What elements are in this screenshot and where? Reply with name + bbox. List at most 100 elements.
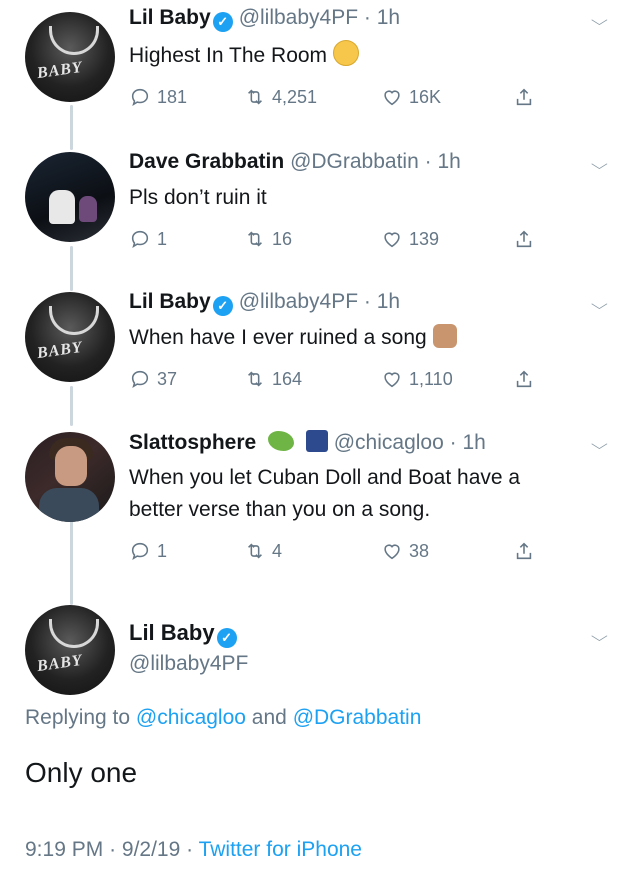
tweet-actions: 1 16 139 [129, 228, 549, 258]
tweet-text: When have I ever ruined a song [129, 322, 619, 354]
retweet-count: 4,251 [272, 86, 318, 107]
share-icon [516, 370, 532, 388]
main-tweet-text: Only one [25, 757, 138, 788]
verified-badge-icon: ✓ [212, 296, 233, 316]
tweet-header: Lil Baby ✓ @lilbaby4PF · 1h [129, 290, 400, 316]
user-name[interactable]: Slattosphere [129, 431, 256, 454]
retweet-count: 16 [272, 228, 293, 249]
tweet[interactable]: Dave Grabbatin @DGrabbatin · 1h ⌵ Pls do… [0, 140, 636, 270]
user-handle[interactable]: @DGrabbatin [290, 150, 419, 173]
avatar[interactable] [25, 152, 115, 242]
main-tweet-header: Lil Baby ✓ [129, 620, 243, 648]
share-button[interactable] [513, 368, 539, 390]
share-button[interactable] [513, 540, 539, 562]
retweet-icon [248, 231, 262, 247]
avatar-logo: BABY [35, 58, 84, 83]
chevron-down-icon[interactable]: ⌵ [591, 628, 608, 645]
tweet-text: When you let Cuban Doll and Boat have a … [129, 466, 521, 521]
heart-icon [384, 90, 400, 106]
user-handle[interactable]: @lilbaby4PF [239, 290, 358, 313]
like-button[interactable]: 16K [381, 86, 441, 108]
reply-count: 1 [157, 228, 168, 249]
tweet-text: Pls don’t ruin it [129, 186, 267, 209]
reply-button[interactable]: 37 [129, 368, 177, 390]
stars-emoji-icon [305, 430, 328, 452]
shrug-emoji-icon [432, 324, 457, 348]
tweet-text: Highest In The Room [129, 40, 619, 72]
tweet[interactable]: BABY Lil Baby ✓ @lilbaby4PF · 1h ⌵ Highest… [0, 0, 636, 130]
user-name[interactable]: Dave Grabbatin [129, 150, 284, 173]
snake-emoji-icon [268, 431, 295, 451]
tweet-time[interactable]: 1h [377, 6, 400, 29]
like-button[interactable]: 1,110 [381, 368, 453, 390]
share-button[interactable] [513, 86, 539, 108]
reply-button[interactable]: 181 [129, 86, 187, 108]
like-count: 38 [409, 540, 430, 561]
reply-count: 37 [157, 368, 178, 389]
like-button[interactable]: 38 [381, 540, 429, 562]
like-count: 1,110 [409, 368, 453, 389]
tweet-time[interactable]: 1h [462, 431, 485, 454]
avatar[interactable] [25, 432, 115, 522]
tweet-header: Slattosphere @chicagloo · 1h [129, 430, 486, 454]
retweet-icon [248, 371, 262, 387]
avatar[interactable]: BABY [25, 605, 115, 695]
share-button[interactable] [513, 228, 539, 250]
reply-button[interactable]: 1 [129, 540, 167, 562]
tweet-actions: 181 4,251 16K [129, 86, 549, 116]
heart-icon [384, 544, 400, 560]
user-handle[interactable]: @lilbaby4PF [239, 6, 358, 29]
reply-icon [131, 88, 149, 107]
reply-icon [131, 542, 149, 561]
reply-button[interactable]: 1 [129, 228, 167, 250]
like-count: 139 [409, 228, 440, 249]
tweet-time[interactable]: 1h [377, 290, 400, 313]
heart-icon [384, 232, 400, 248]
like-count: 16K [409, 86, 442, 107]
tweet[interactable]: BABY Lil Baby ✓ @lilbaby4PF · 1h ⌵ When ha… [0, 280, 636, 410]
tweet-source-link[interactable]: Twitter for iPhone [199, 838, 362, 861]
tweet-actions: 1 4 38 [129, 540, 549, 570]
retweet-button[interactable]: 164 [244, 368, 302, 390]
avatar[interactable]: BABY [25, 292, 115, 382]
reply-icon [131, 230, 149, 249]
retweet-button[interactable]: 4,251 [244, 86, 317, 108]
user-handle[interactable]: @lilbaby4PF [129, 652, 248, 676]
replying-user-link[interactable]: @chicagloo [136, 706, 246, 729]
avatar-logo: BABY [35, 651, 84, 676]
verified-badge-icon: ✓ [216, 628, 237, 648]
share-icon [516, 542, 532, 560]
angry-face-emoji-icon [333, 40, 360, 66]
tweet-header: Lil Baby ✓ @lilbaby4PF · 1h [129, 6, 400, 32]
chevron-down-icon[interactable]: ⌵ [591, 156, 608, 173]
retweet-count: 164 [272, 368, 303, 389]
chevron-down-icon[interactable]: ⌵ [591, 296, 608, 313]
retweet-icon [248, 89, 262, 105]
replying-user-link[interactable]: @DGrabbatin [293, 706, 422, 729]
tweet-actions: 37 164 1,110 [129, 368, 549, 398]
verified-badge-icon: ✓ [212, 12, 233, 32]
user-name[interactable]: Lil Baby [129, 6, 211, 29]
tweet-header: Dave Grabbatin @DGrabbatin · 1h [129, 150, 461, 173]
retweet-icon [248, 543, 262, 559]
share-icon [516, 88, 532, 106]
chevron-down-icon[interactable]: ⌵ [591, 12, 608, 29]
heart-icon [384, 372, 400, 388]
reply-icon [131, 370, 149, 389]
chevron-down-icon[interactable]: ⌵ [591, 436, 608, 453]
tweet-meta: 9:19 PM · 9/2/19 · Twitter for iPhone [25, 838, 362, 861]
retweet-count: 4 [272, 540, 283, 561]
share-icon [516, 230, 532, 248]
like-button[interactable]: 139 [381, 228, 439, 250]
user-handle[interactable]: @chicagloo [334, 431, 444, 454]
user-name[interactable]: Lil Baby [129, 620, 215, 645]
tweet-time: 9:19 PM [25, 838, 104, 861]
tweet[interactable]: Slattosphere @chicagloo · 1h ⌵ When you … [0, 420, 636, 585]
avatar[interactable]: BABY [25, 12, 115, 102]
retweet-button[interactable]: 16 [244, 228, 292, 250]
retweet-button[interactable]: 4 [244, 540, 282, 562]
reply-count: 1 [157, 540, 168, 561]
replying-to: Replying to @chicagloo and @DGrabbatin [25, 706, 422, 729]
user-name[interactable]: Lil Baby [129, 290, 211, 313]
tweet-time[interactable]: 1h [437, 150, 460, 173]
